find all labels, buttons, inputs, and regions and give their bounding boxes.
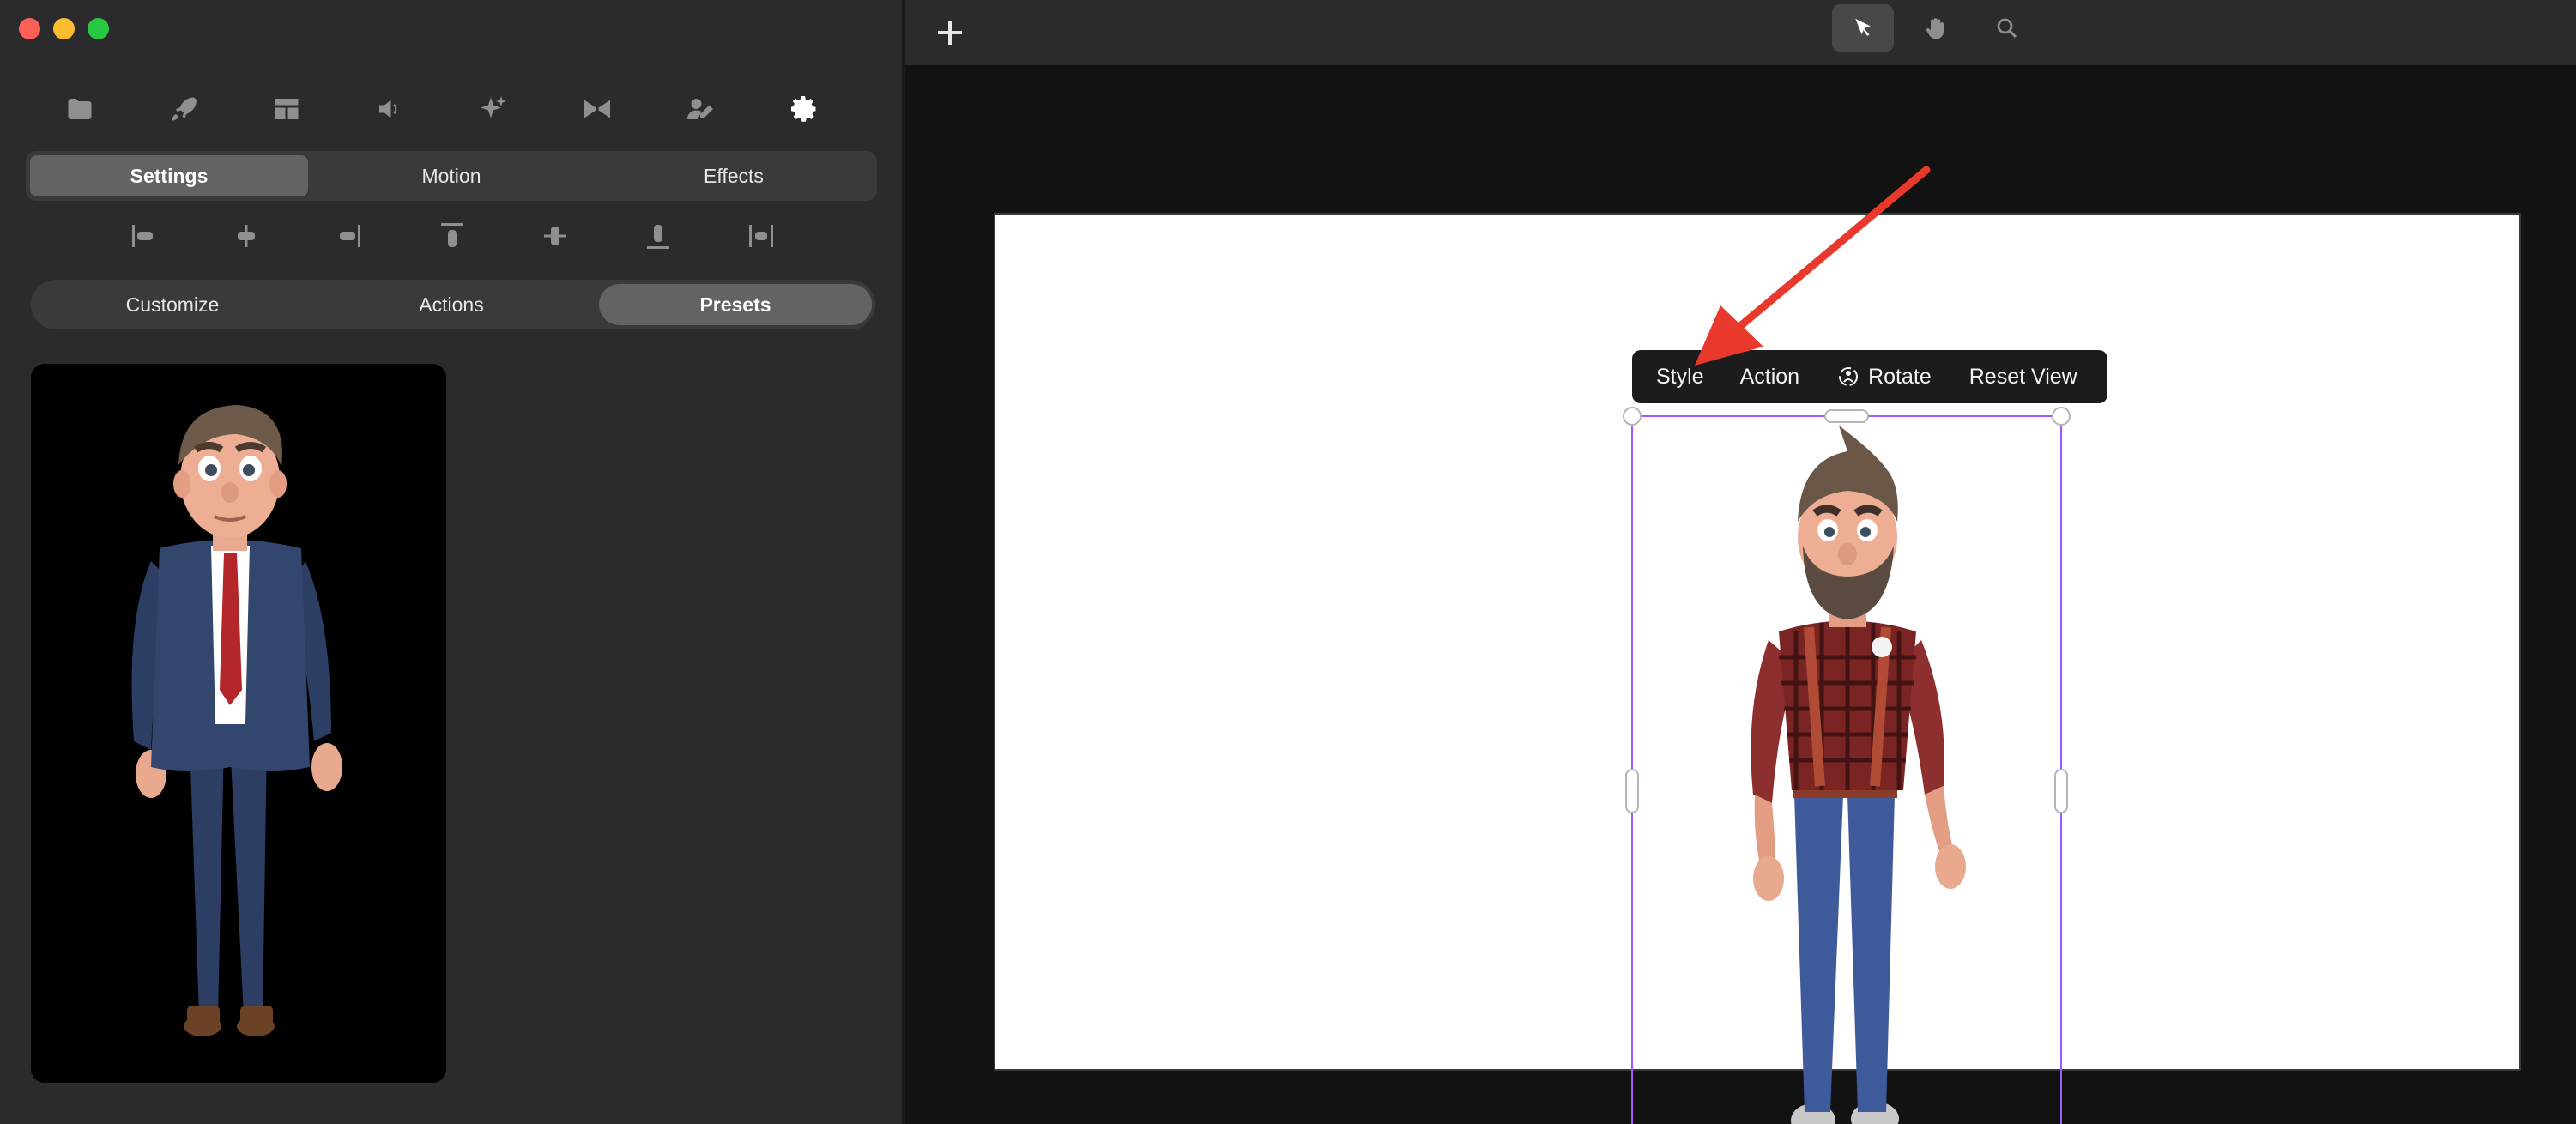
character-edit-icon[interactable] bbox=[677, 86, 723, 132]
lumberjack-character[interactable] bbox=[1719, 426, 1976, 1124]
preset-card-businessman[interactable] bbox=[31, 364, 446, 1083]
align-bottom-icon[interactable] bbox=[637, 215, 680, 257]
selection-box[interactable] bbox=[1623, 407, 2071, 1124]
resize-handle-right[interactable] bbox=[2054, 769, 2068, 813]
resize-handle-top[interactable] bbox=[1824, 409, 1869, 423]
resize-handle-top-left[interactable] bbox=[1623, 407, 1642, 426]
reset-view-button[interactable]: Reset View bbox=[1969, 350, 2077, 403]
window-minimize-button[interactable] bbox=[53, 18, 75, 39]
bowtie-icon[interactable] bbox=[574, 86, 620, 132]
hand-pan-icon[interactable] bbox=[1904, 4, 1966, 52]
distribute-horizontal-icon[interactable] bbox=[740, 215, 783, 257]
tab-settings[interactable]: Settings bbox=[30, 155, 308, 196]
align-right-icon[interactable] bbox=[328, 215, 371, 257]
canvas-area[interactable]: Style Action Rotate Reset View bbox=[905, 65, 2576, 1124]
resize-handle-top-right[interactable] bbox=[2052, 407, 2071, 426]
businessman-character-image bbox=[131, 405, 342, 1036]
tab-motion[interactable]: Motion bbox=[312, 155, 590, 196]
plus-icon[interactable] bbox=[929, 12, 971, 53]
window-close-button[interactable] bbox=[19, 18, 40, 39]
left-panel: Settings Motion Effects Customize Action… bbox=[0, 0, 904, 1124]
main-tab-bar: Settings Motion Effects bbox=[26, 151, 877, 201]
select-pointer-icon[interactable] bbox=[1832, 4, 1894, 52]
tab-customize[interactable]: Customize bbox=[35, 284, 310, 325]
align-center-horizontal-icon[interactable] bbox=[225, 215, 268, 257]
resize-handle-left[interactable] bbox=[1625, 769, 1639, 813]
rocket-icon[interactable] bbox=[160, 86, 207, 132]
layout-icon[interactable] bbox=[263, 86, 310, 132]
annotation-arrow bbox=[1695, 166, 1931, 366]
gear-icon[interactable] bbox=[781, 86, 827, 132]
folder-icon[interactable] bbox=[57, 86, 103, 132]
tab-actions[interactable]: Actions bbox=[314, 284, 589, 325]
align-left-icon[interactable] bbox=[122, 215, 165, 257]
sub-tab-bar: Customize Actions Presets bbox=[31, 280, 875, 329]
window-maximize-button[interactable] bbox=[88, 18, 109, 39]
align-center-vertical-icon[interactable] bbox=[534, 215, 577, 257]
top-toolbar bbox=[905, 0, 2576, 65]
tab-effects[interactable]: Effects bbox=[595, 155, 873, 196]
zoom-magnifier-icon[interactable] bbox=[1976, 4, 2038, 52]
tab-presets[interactable]: Presets bbox=[599, 284, 872, 325]
category-toolbar bbox=[26, 86, 884, 132]
align-top-icon[interactable] bbox=[431, 215, 474, 257]
alignment-toolbar bbox=[0, 215, 904, 257]
sparkle-icon[interactable] bbox=[470, 86, 517, 132]
speaker-icon[interactable] bbox=[366, 86, 413, 132]
